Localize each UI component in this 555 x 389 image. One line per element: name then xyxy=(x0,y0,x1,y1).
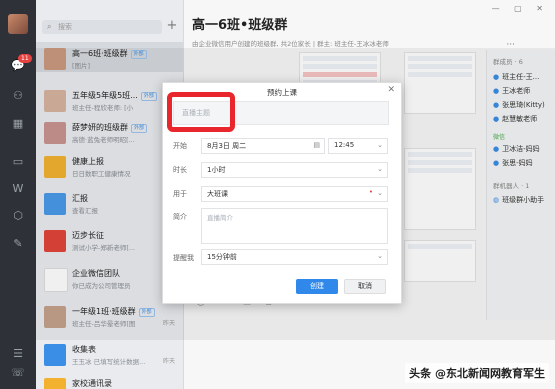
use-value: 大班课 xyxy=(207,190,228,198)
tools-icon[interactable]: ✎ xyxy=(10,236,26,252)
form-app-icon xyxy=(44,344,66,366)
nav-rail: 💬 11 ⚇ ▦ ▭ W ⬡ ✎ ☰ ☏ xyxy=(0,0,36,389)
intro-placeholder: 直播简介 xyxy=(207,214,233,222)
list-item[interactable]: 收集表 王玉冰 已填写统计数据... 昨天 xyxy=(36,338,183,368)
chevron-down-icon: ⌄ xyxy=(377,165,383,173)
chevron-down-icon: ⌄ xyxy=(377,189,383,197)
use-label: 用于 xyxy=(173,190,187,198)
chevron-down-icon: ⌄ xyxy=(377,252,383,260)
add-button[interactable]: + xyxy=(165,18,179,34)
chat-icon[interactable]: 💬 11 xyxy=(10,54,32,74)
search-placeholder: 搜索 xyxy=(58,23,72,31)
cancel-button[interactable]: 取消 xyxy=(344,279,386,294)
duration-label: 时长 xyxy=(173,166,187,174)
intro-textarea[interactable]: 直播简介 xyxy=(201,208,388,244)
docs-icon[interactable]: ▭ xyxy=(10,154,26,170)
search-input[interactable]: ⌕ 搜索 xyxy=(42,20,162,34)
remind-label: 提醒我 xyxy=(173,254,194,262)
schedule-class-dialog: 预约上课 ✕ 直播主题 开始 8月3日 周二 ▤ 12:45 ⌄ 时长 1小时 … xyxy=(162,82,402,304)
conv-time: 昨天 xyxy=(162,358,175,365)
group-title: 高一6班•班级群 xyxy=(192,18,288,33)
highlight-box xyxy=(167,92,235,132)
user-avatar[interactable] xyxy=(8,14,28,34)
app-window: 💬 11 ⚇ ▦ ▭ W ⬡ ✎ ☰ ☏ ⌕ 搜索 + 高一6班·班级群 外部 [… xyxy=(0,0,555,389)
start-date-value: 8月3日 周二 xyxy=(207,142,247,150)
phone-icon[interactable]: ☏ xyxy=(10,365,26,381)
chevron-down-icon: ⌄ xyxy=(377,141,383,149)
conv-title: 家校通讯录 xyxy=(72,379,112,388)
menu-icon[interactable]: ☰ xyxy=(10,346,26,362)
word-icon[interactable]: W xyxy=(10,181,26,197)
start-label: 开始 xyxy=(173,142,187,150)
required-dot-icon: • xyxy=(368,188,373,196)
duration-select[interactable]: 1小时 ⌄ xyxy=(201,162,388,178)
window-controls[interactable]: — ▢ ✕ xyxy=(492,4,549,13)
calendar-icon: ▤ xyxy=(313,141,320,149)
use-select[interactable]: 大班课 • ⌄ xyxy=(201,186,388,202)
calendar-icon[interactable]: ▦ xyxy=(10,116,26,132)
conv-title: 收集表 xyxy=(72,345,96,354)
start-time-picker[interactable]: 12:45 ⌄ xyxy=(328,138,388,154)
start-time-value: 12:45 xyxy=(334,141,355,149)
intro-label: 简介 xyxy=(173,213,187,221)
create-button[interactable]: 创建 xyxy=(296,279,338,294)
app-icon xyxy=(44,378,66,389)
conv-preview: 王玉冰 已填写统计数据... xyxy=(72,358,146,366)
unread-badge: 11 xyxy=(18,54,32,63)
source-watermark: 头条 @东北新闻网教育军生 xyxy=(405,363,549,383)
search-icon: ⌕ xyxy=(47,22,52,31)
workbench-icon[interactable]: ⬡ xyxy=(10,208,26,224)
duration-value: 1小时 xyxy=(207,166,226,174)
remind-select[interactable]: 15分钟前 ⌄ xyxy=(201,249,388,265)
close-icon[interactable]: ✕ xyxy=(387,85,395,95)
contacts-icon[interactable]: ⚇ xyxy=(10,88,26,104)
start-date-picker[interactable]: 8月3日 周二 ▤ xyxy=(201,138,325,154)
group-subtitle: 由企业微信用户创建的班级群, 共2位家长 | 群主: 班主任-王冰冰老师 xyxy=(192,40,389,48)
remind-value: 15分钟前 xyxy=(207,253,237,261)
list-item[interactable]: 家校通讯录 xyxy=(36,372,183,389)
